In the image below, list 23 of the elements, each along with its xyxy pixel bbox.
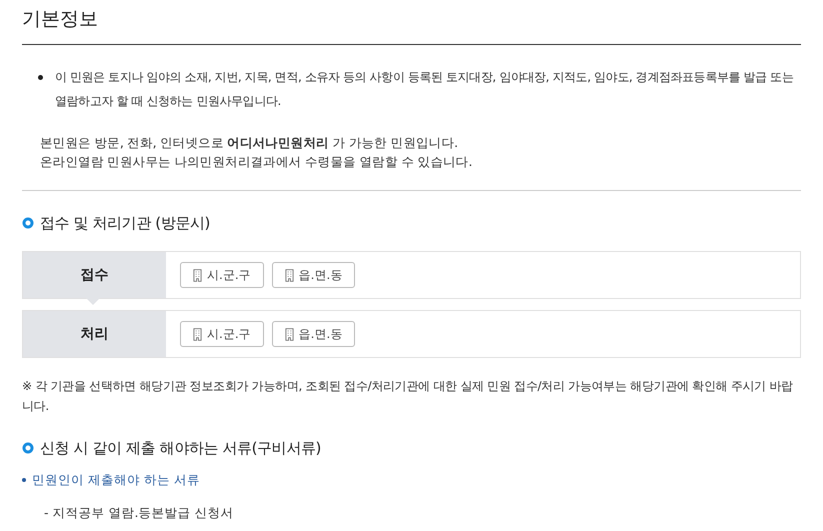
document-item: - 지적공부 열람.등본발급 신청서	[43, 504, 234, 522]
subsection-heading: 접수 및 처리기관 (방문시)	[40, 214, 210, 232]
agency-button[interactable]: 시.군.구	[180, 262, 264, 288]
building-icon	[284, 328, 294, 340]
info-text: 본민원은 방문, 전화, 인터넷으로 어디서나민원처리 가 가능한 민원입니다.	[40, 134, 459, 152]
row-label: 처리	[23, 311, 166, 357]
section-title: 기본정보	[22, 7, 99, 32]
description-text: 이 민원은 토지나 임야의 소재, 지번, 지목, 면적, 소유자 등의 사항이 등록된 토지대장, 임야대장, 지적도, 임야도, 경계점좌표등록부를 발급 또는 열람하고자 할 때 신청하는 민원사무입니다.	[55, 69, 794, 110]
circle-bullet-icon	[22, 442, 34, 454]
building-icon	[284, 268, 294, 282]
building-icon	[193, 328, 202, 340]
bullet-icon	[38, 75, 43, 80]
agency-button[interactable]: 시.군.구	[180, 321, 264, 347]
agency-button[interactable]: 읍.면.동	[272, 262, 356, 288]
bullet-icon	[22, 478, 26, 482]
document-group-title: 민원인이 제출해야 하는 서류	[32, 471, 200, 489]
building-icon	[193, 268, 202, 282]
agency-button[interactable]: 읍.면.동	[272, 321, 356, 347]
circle-bullet-icon	[22, 217, 34, 229]
info-text: 온라인열람 민원사무는 나의민원처리결과에서 수령물을 열람할 수 있습니다.	[40, 153, 474, 171]
subsection-heading: 신청 시 같이 제출 해야하는 서류(구비서류)	[40, 438, 321, 458]
row-label: 접수	[23, 252, 166, 298]
notice-text: ※ 각 기관을 선택하면 해당기관 정보조회가 가능하며, 조회된 접수/처리기관에 대한 실제 민원 접수/처리 가능여부는 해당기관에 확인해 주시기 바랍니다.	[22, 378, 794, 415]
